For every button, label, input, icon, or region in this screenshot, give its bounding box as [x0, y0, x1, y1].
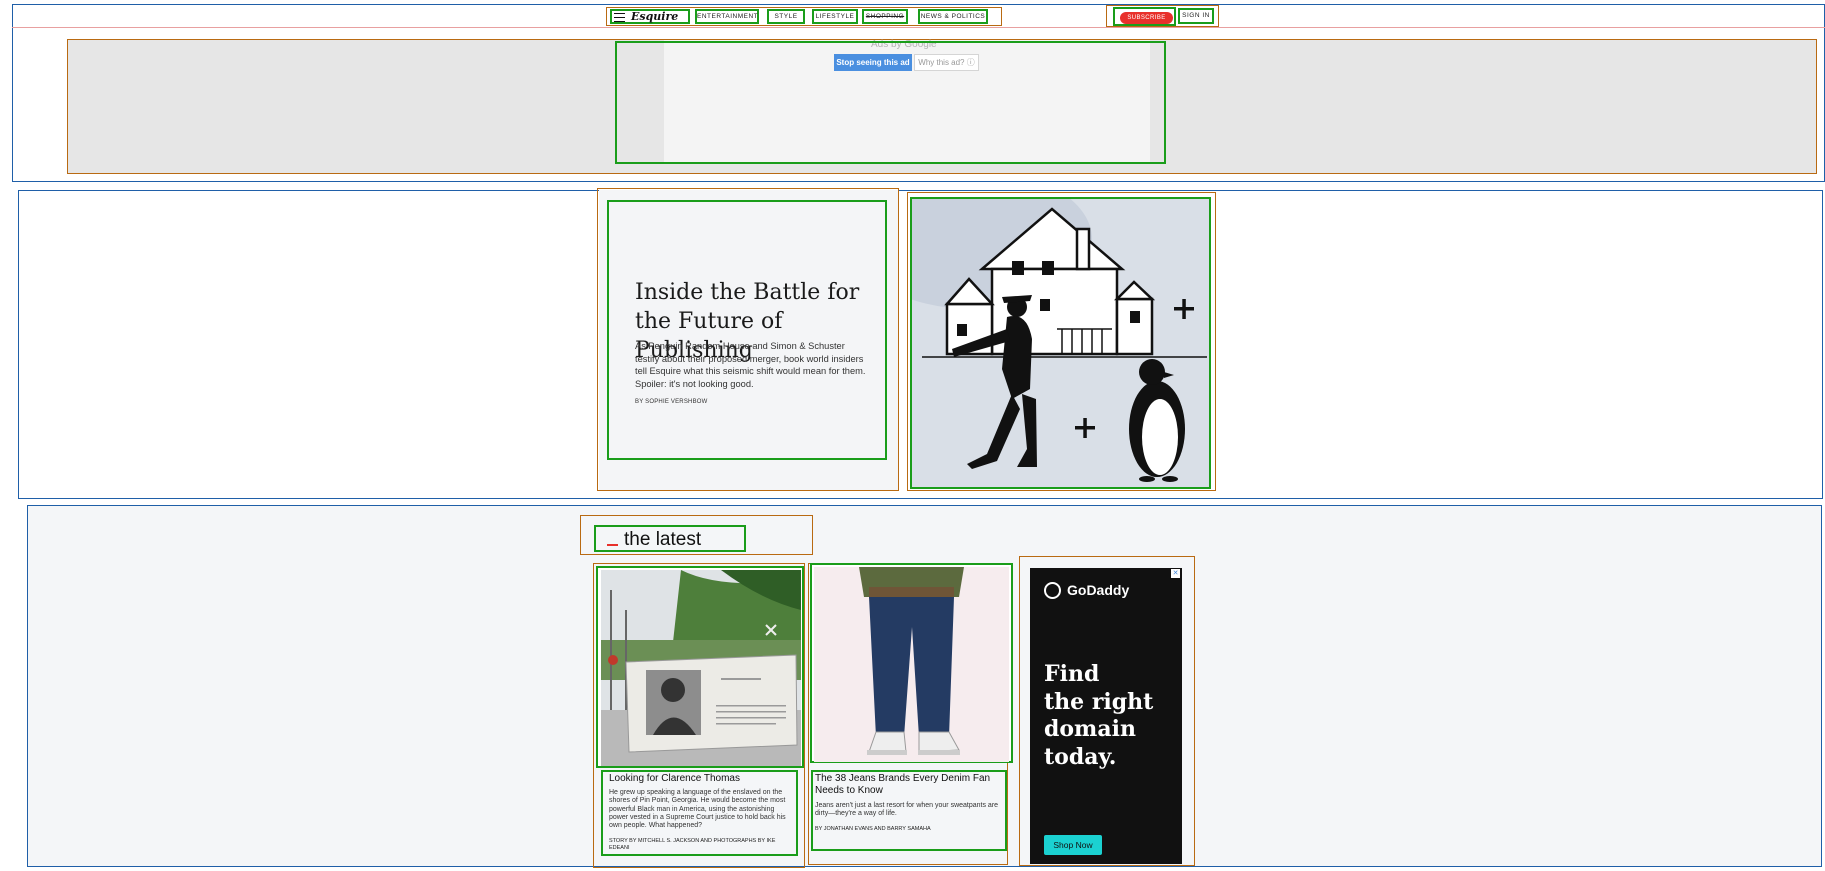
card-1-byline: STORY BY MITCHELL S. JACKSON AND PHOTOGR… — [609, 838, 776, 851]
card-1-image-link[interactable] — [596, 566, 804, 768]
latest-heading-text: the latest — [624, 529, 702, 550]
menu-icon[interactable] — [614, 13, 625, 22]
ad-headline-line-1: Find — [1044, 661, 1100, 687]
godaddy-logo-icon — [1044, 582, 1061, 599]
card-1-text-link[interactable]: Looking for Clarence Thomas He grew up s… — [601, 770, 798, 856]
feature-dek: As Penguin Random House and Simon & Schu… — [635, 341, 866, 389]
godaddy-brand: GoDaddy — [1067, 582, 1130, 598]
feature-illustration — [912, 199, 1207, 482]
card-1-dek: He grew up speaking a language of the en… — [609, 789, 786, 830]
ad-headline-line-4: today. — [1044, 743, 1117, 770]
feature-byline: BY SOPHIE VERSHBOW — [635, 399, 708, 405]
nav-item-shopping[interactable]: SHOPPING — [862, 9, 908, 24]
card-2-text-link[interactable]: The 38 Jeans Brands Every Denim Fan Need… — [811, 770, 1007, 851]
heading-accent-bar — [607, 544, 618, 546]
ad-close-icon[interactable]: ✕ — [1171, 569, 1180, 578]
subscribe-button[interactable]: SUBSCRIBE — [1120, 12, 1173, 24]
feature-text-link[interactable]: Inside the Battle for the Future of Publ… — [607, 200, 887, 460]
card-2-image-link[interactable] — [810, 563, 1013, 763]
card-2-photo — [814, 567, 1009, 762]
logo-link[interactable]: Esquire — [610, 9, 690, 24]
ad-slot — [615, 41, 1166, 164]
latest-heading: the latest — [594, 525, 746, 552]
card-2-byline: BY JONATHAN EVANS AND BARRY SAMAHA — [815, 826, 931, 832]
nav-item-entertainment[interactable]: ENTERTAINMENT — [695, 9, 759, 24]
ad-headline-line-2: the right — [1044, 688, 1154, 715]
subscribe-link[interactable]: SUBSCRIBE — [1113, 7, 1176, 26]
ad-headline-line-3: domain — [1044, 716, 1136, 742]
nav-item-news-politics[interactable]: NEWS & POLITICS — [918, 9, 988, 24]
shop-now-button[interactable]: Shop Now — [1044, 835, 1102, 855]
nav-item-style[interactable]: STYLE — [767, 9, 805, 24]
card-2-dek: Jeans aren't just a last resort for when… — [815, 802, 999, 818]
esquire-logo: Esquire — [631, 10, 679, 23]
godaddy-ad[interactable]: ✕ GoDaddy Find the right domain today. S… — [1030, 568, 1182, 864]
card-1-title[interactable]: Looking for Clarence Thomas — [609, 773, 795, 785]
card-1-photo — [601, 570, 801, 766]
card-2-title[interactable]: The 38 Jeans Brands Every Denim Fan Need… — [815, 773, 1005, 797]
nav-item-lifestyle[interactable]: LIFESTYLE — [812, 9, 858, 24]
header-divider — [12, 27, 1825, 28]
ad-headline: Find the right domain today. — [1044, 661, 1153, 771]
sign-in-button[interactable]: SIGN IN — [1178, 8, 1214, 24]
feature-image-link[interactable] — [910, 197, 1211, 489]
